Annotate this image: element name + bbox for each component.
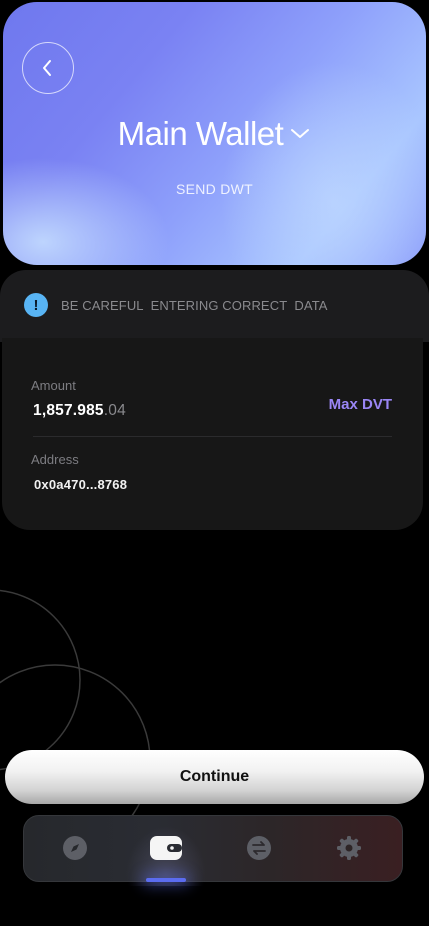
amount-decimal: .04 — [103, 402, 126, 419]
amount-label: Amount — [31, 378, 76, 393]
wallet-name: Main Wallet — [117, 115, 284, 152]
compass-icon — [63, 836, 87, 860]
address-input[interactable]: 0x0a470...8768 — [34, 477, 127, 492]
chevron-down-icon — [291, 129, 310, 138]
amount-integer: 1,857.985 — [33, 402, 104, 419]
send-form: Amount 1,857.985.04 Max DVT Address 0x0a… — [2, 338, 423, 530]
warning-banner: ! BE CAREFUL ENTERING CORRECT DATA — [0, 270, 429, 342]
active-tab-indicator — [146, 878, 186, 882]
divider — [33, 436, 392, 437]
wallet-header: Main Wallet SEND DWT — [3, 2, 426, 265]
nav-wallet[interactable] — [149, 831, 183, 865]
amount-input[interactable]: 1,857.985.04 — [33, 402, 126, 420]
send-subtitle: SEND DWT — [175, 181, 254, 197]
info-icon: ! — [24, 293, 48, 317]
nav-explore[interactable] — [58, 831, 92, 865]
address-label: Address — [31, 452, 79, 467]
nav-swap[interactable] — [242, 831, 276, 865]
swap-icon — [247, 836, 271, 860]
warning-text: BE CAREFUL ENTERING CORRECT DATA — [61, 298, 328, 313]
phone-screen: Main Wallet SEND DWT ! BE CAREFUL ENTERI… — [0, 0, 429, 926]
bottom-nav — [23, 815, 403, 886]
back-button[interactable] — [22, 42, 74, 94]
nav-settings[interactable] — [332, 831, 366, 865]
max-button[interactable]: Max DVT — [329, 396, 392, 413]
gear-icon — [337, 836, 361, 860]
wallet-selector[interactable]: Main Wallet — [3, 115, 426, 153]
continue-button[interactable]: Continue — [5, 750, 424, 804]
chevron-left-icon — [43, 60, 51, 76]
wallet-icon — [150, 836, 182, 860]
